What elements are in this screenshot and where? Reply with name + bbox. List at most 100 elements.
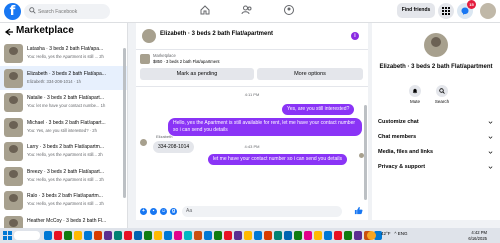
- taskbar-app-icon[interactable]: [64, 231, 72, 240]
- friends-icon[interactable]: [241, 4, 253, 16]
- groups-icon[interactable]: [283, 4, 295, 16]
- taskbar-app-icon[interactable]: [354, 231, 362, 240]
- mute-button[interactable]: [409, 85, 421, 97]
- chat-scrollbar[interactable]: [364, 105, 367, 200]
- listing-thumbnail: [4, 142, 23, 161]
- contact-avatar[interactable]: [424, 33, 448, 57]
- taskbar-app-icon[interactable]: [94, 231, 102, 240]
- chevron-down-icon[interactable]: [488, 120, 493, 125]
- taskbar-app-icon[interactable]: [254, 231, 262, 240]
- taskbar-app-icon[interactable]: [74, 231, 82, 240]
- profile-avatar[interactable]: [480, 3, 496, 19]
- taskbar-app-icon[interactable]: [114, 231, 122, 240]
- taskbar-app-icon[interactable]: [264, 231, 272, 240]
- privacy-support-row[interactable]: Privacy & support: [378, 164, 425, 170]
- bell-icon: [412, 88, 418, 94]
- conversation-item[interactable]: Larry · 3 beds 2 bath Flat/apartm... You…: [0, 139, 127, 164]
- messenger-button[interactable]: 15: [457, 0, 476, 19]
- home-icon[interactable]: [199, 4, 211, 16]
- taskbar-app-icon[interactable]: [244, 231, 252, 240]
- taskbar-app-icon[interactable]: [304, 231, 312, 240]
- sidebar-scrollbar[interactable]: [123, 48, 126, 198]
- conversation-snippet: You: Yes, are you still interested? · 2h: [27, 127, 97, 133]
- taskbar-app-icon[interactable]: [124, 231, 132, 240]
- weather-icon[interactable]: [367, 231, 376, 240]
- taskbar-app-icon[interactable]: [274, 231, 282, 240]
- facebook-logo[interactable]: f: [4, 3, 21, 20]
- taskbar-app-icon[interactable]: [134, 231, 142, 240]
- taskbar-app-icon[interactable]: [324, 231, 332, 240]
- message-input[interactable]: Aa: [182, 206, 342, 217]
- taskbar-app-icon[interactable]: [144, 231, 152, 240]
- mark-pending-button[interactable]: Mark as pending: [140, 68, 254, 80]
- find-friends-button[interactable]: Find friends: [397, 3, 435, 18]
- menu-button[interactable]: [438, 3, 454, 19]
- info-icon[interactable]: i: [351, 32, 359, 40]
- taskbar-app-icon[interactable]: [174, 231, 182, 240]
- taskbar-app-icon[interactable]: [194, 231, 202, 240]
- outgoing-message: Yes, are you still interested?: [282, 104, 355, 115]
- taskbar-app-icon[interactable]: [224, 231, 232, 240]
- back-arrow-icon[interactable]: [4, 27, 14, 37]
- taskbar-app-icon[interactable]: [154, 231, 162, 240]
- conversation-item[interactable]: Breezy · 3 beds 2 bath Flat/apart... You…: [0, 164, 127, 189]
- sticker-icon[interactable]: ☺: [160, 208, 167, 215]
- taskbar-app-icon[interactable]: [344, 231, 352, 240]
- listing-thumbnail: [4, 215, 23, 228]
- customize-chat-row[interactable]: Customize chat: [378, 119, 419, 125]
- system-tray[interactable]: 42°F ^ ENG: [381, 231, 407, 236]
- contact-name: Elizabeth · 3 beds 2 bath Flat/apartment: [379, 64, 493, 70]
- taskbar-app-icon[interactable]: [214, 231, 222, 240]
- search-box[interactable]: [24, 4, 110, 19]
- taskbar-app-icon[interactable]: [164, 231, 172, 240]
- sidebar-header: Marketplace: [0, 23, 127, 41]
- taskbar-app-icon[interactable]: [84, 231, 92, 240]
- search-icon: [29, 7, 36, 14]
- taskbar-app-icon[interactable]: [234, 231, 242, 240]
- tray-language: ^ ENG: [394, 231, 408, 236]
- conversation-title: Breezy · 3 beds 2 bath Flat/apart...: [27, 168, 104, 175]
- chevron-down-icon[interactable]: [488, 165, 493, 170]
- taskbar-app-icon[interactable]: [314, 231, 322, 240]
- conversation-title: Heather McCoy · 3 beds 2 bath Fl...: [27, 217, 107, 224]
- search-conversation-button[interactable]: [436, 85, 448, 97]
- taskbar-app-icon[interactable]: [284, 231, 292, 240]
- clock-date: 6/16/2025: [468, 235, 487, 241]
- search-icon: [439, 88, 445, 94]
- conversation-item[interactable]: Latasha · 3 beds 2 bath Flat/apa... You:…: [0, 41, 127, 66]
- taskbar-app-icon[interactable]: [54, 231, 62, 240]
- conversation-item-active[interactable]: Elizabeth · 3 beds 2 bath Flat/apa... El…: [0, 65, 127, 90]
- windows-start-icon[interactable]: [3, 231, 12, 240]
- photo-icon[interactable]: ▪: [150, 208, 157, 215]
- chevron-down-icon[interactable]: [488, 135, 493, 140]
- taskbar-app-icon[interactable]: [334, 231, 342, 240]
- taskbar-app-icon[interactable]: [104, 231, 112, 240]
- listing-detail[interactable]: $850 · 3 beds 2 bath Flat/apartment: [153, 59, 220, 64]
- conversation-snippet: You: let me have your contact numbe... 1…: [27, 103, 106, 108]
- taskbar-app-icon[interactable]: [184, 231, 192, 240]
- chat-panel: Elizabeth · 3 beds 2 bath Flat/apartment…: [136, 23, 368, 220]
- chat-avatar[interactable]: [142, 29, 156, 43]
- taskbar-app-icon[interactable]: [44, 231, 52, 240]
- chevron-down-icon[interactable]: [488, 150, 493, 155]
- media-files-links-row[interactable]: Media, files and links: [378, 149, 433, 155]
- gif-icon[interactable]: g: [170, 208, 177, 215]
- clock[interactable]: 4:42 PM 6/16/2025: [457, 230, 487, 241]
- chat-members-row[interactable]: Chat members: [378, 134, 416, 140]
- conversation-item[interactable]: Michael · 3 beds 2 bath Flat/apart... Yo…: [0, 115, 127, 140]
- taskbar-app-icon[interactable]: [204, 231, 212, 240]
- taskbar-app-icon[interactable]: [294, 231, 302, 240]
- conversation-item[interactable]: Heather McCoy · 3 beds 2 bath Fl...: [0, 213, 127, 228]
- taskbar-search[interactable]: [14, 231, 40, 240]
- listing-image[interactable]: [140, 54, 150, 64]
- conversation-item[interactable]: Natalie · 3 beds 2 bath Flat/apart... Yo…: [0, 90, 127, 115]
- plus-icon[interactable]: +: [140, 208, 147, 215]
- conversation-item[interactable]: Ralo · 3 beds 2 bath Flat/apartm... You:…: [0, 188, 127, 213]
- more-options-button[interactable]: More options: [257, 68, 363, 80]
- conversation-snippet: You: Hello, yes the Apartment is still .…: [27, 54, 104, 59]
- thumbs-up-icon[interactable]: [354, 206, 363, 215]
- marketplace-sidebar: Marketplace Latasha · 3 beds 2 bath Flat…: [0, 23, 128, 228]
- chat-title[interactable]: Elizabeth · 3 beds 2 bath Flat/apartment: [160, 31, 273, 37]
- taskbar-apps: [44, 230, 382, 241]
- search-input[interactable]: [38, 4, 108, 19]
